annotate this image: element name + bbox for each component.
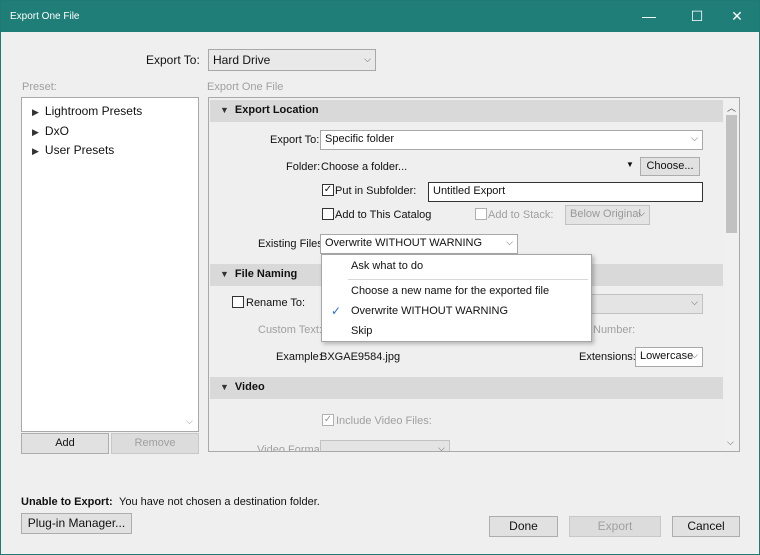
cancel-button[interactable]: Cancel bbox=[672, 516, 740, 537]
add-to-catalog-label: Add to This Catalog bbox=[335, 209, 432, 221]
menu-item-new-name[interactable]: Choose a new name for the exported file bbox=[322, 281, 590, 301]
preset-label: Preset: bbox=[22, 81, 57, 93]
done-button[interactable]: Done bbox=[489, 516, 558, 537]
scroll-down-icon[interactable]: ⌵ bbox=[727, 437, 734, 448]
existing-files-select[interactable]: Overwrite WITHOUT WARNING ⌵ bbox=[320, 234, 518, 254]
subfolder-input[interactable]: Untitled Export bbox=[428, 182, 703, 202]
scroll-up-icon[interactable]: ︿ bbox=[727, 101, 736, 114]
rename-label: Rename To: bbox=[246, 297, 306, 309]
expand-triangle-icon: ▶ bbox=[32, 146, 39, 156]
menu-item-skip[interactable]: Skip bbox=[322, 321, 590, 341]
add-to-stack-checkbox[interactable] bbox=[475, 208, 487, 220]
chevron-down-icon: ⌵ bbox=[364, 54, 371, 64]
unable-to-export-label: Unable to Export: bbox=[21, 496, 113, 508]
chevron-down-icon: ⌵ bbox=[691, 350, 698, 360]
rename-checkbox[interactable] bbox=[232, 296, 244, 308]
unable-to-export-message: You have not chosen a destination folder… bbox=[119, 496, 320, 508]
chevron-down-icon: ⌵ bbox=[438, 443, 445, 452]
folder-value: Choose a folder... bbox=[321, 161, 408, 173]
add-to-catalog-checkbox[interactable] bbox=[322, 208, 334, 220]
plugin-manager-button[interactable]: Plug-in Manager... bbox=[21, 513, 132, 534]
folder-dropdown-icon[interactable]: ▼ bbox=[626, 160, 634, 169]
title-bar: Export One File — ☐ ✕ bbox=[1, 1, 759, 32]
stack-position-select[interactable]: Below Original ⌵ bbox=[565, 205, 650, 225]
preset-list: ▶ Lightroom Presets ▶ DxO ▶ User Presets ⌵ bbox=[21, 97, 199, 432]
collapse-triangle-icon: ▼ bbox=[220, 269, 229, 279]
include-video-label: Include Video Files: bbox=[336, 415, 432, 427]
extensions-select[interactable]: Lowercase ⌵ bbox=[635, 347, 703, 367]
chevron-down-icon: ⌵ bbox=[638, 208, 645, 218]
check-icon: ✓ bbox=[331, 304, 342, 318]
menu-separator bbox=[348, 279, 588, 280]
menu-item-ask[interactable]: Ask what to do bbox=[322, 256, 590, 276]
maximize-button[interactable]: ☐ bbox=[677, 1, 717, 32]
extensions-label: Extensions: bbox=[579, 351, 636, 363]
custom-text-label: Custom Text: bbox=[258, 324, 322, 336]
close-button[interactable]: ✕ bbox=[717, 1, 757, 32]
section-export-location[interactable]: ▼ Export Location bbox=[210, 100, 723, 122]
menu-item-overwrite[interactable]: ✓ Overwrite WITHOUT WARNING bbox=[322, 301, 590, 321]
example-value: BXGAE9584.jpg bbox=[320, 351, 401, 363]
export-dialog: Export One File — ☐ ✕ Export To: Hard Dr… bbox=[0, 0, 760, 555]
section-video[interactable]: ▼ Video bbox=[210, 377, 723, 399]
settings-scrollbar[interactable]: ︿ ⌵ bbox=[724, 99, 739, 451]
export-button[interactable]: Export bbox=[569, 516, 661, 537]
start-number-label: Number: bbox=[593, 324, 636, 336]
export-to-select[interactable]: Hard Drive ⌵ bbox=[208, 49, 376, 71]
subfolder-checkbox[interactable]: ✓ bbox=[322, 184, 334, 196]
scroll-down-icon[interactable]: ⌵ bbox=[186, 416, 193, 427]
location-export-to-label: Export To: bbox=[270, 134, 320, 146]
minimize-button[interactable]: — bbox=[629, 1, 669, 32]
export-to-value: Hard Drive bbox=[213, 53, 271, 67]
video-format-select[interactable]: ⌵ bbox=[320, 440, 450, 452]
scrollbar-thumb[interactable] bbox=[726, 115, 737, 233]
add-preset-button[interactable]: Add bbox=[21, 433, 109, 454]
rename-template-select[interactable]: ⌵ bbox=[589, 294, 703, 314]
example-label: Example: bbox=[276, 351, 322, 363]
export-to-label: Export To: bbox=[146, 53, 200, 67]
expand-triangle-icon: ▶ bbox=[32, 107, 39, 117]
folder-label: Folder: bbox=[286, 161, 321, 173]
collapse-triangle-icon: ▼ bbox=[220, 382, 229, 392]
chevron-down-icon: ⌵ bbox=[691, 297, 698, 307]
main-area-label: Export One File bbox=[207, 81, 284, 93]
chevron-down-icon: ⌵ bbox=[506, 237, 513, 247]
subfolder-label: Put in Subfolder: bbox=[335, 185, 417, 197]
existing-files-menu: Ask what to do Choose a new name for the… bbox=[321, 254, 592, 342]
expand-triangle-icon: ▶ bbox=[32, 127, 39, 137]
preset-item-lightroom[interactable]: ▶ Lightroom Presets bbox=[32, 104, 142, 118]
preset-item-user[interactable]: ▶ User Presets bbox=[32, 143, 114, 157]
remove-preset-button[interactable]: Remove bbox=[111, 433, 199, 454]
collapse-triangle-icon: ▼ bbox=[220, 105, 229, 115]
choose-folder-button[interactable]: Choose... bbox=[640, 157, 700, 176]
include-video-checkbox[interactable]: ✓ bbox=[322, 414, 334, 426]
existing-files-label: Existing Files: bbox=[258, 238, 326, 250]
location-export-to-select[interactable]: Specific folder ⌵ bbox=[320, 130, 703, 150]
preset-item-dxo[interactable]: ▶ DxO bbox=[32, 124, 69, 138]
chevron-down-icon: ⌵ bbox=[691, 133, 698, 143]
video-format-label: Video Format: bbox=[257, 444, 326, 452]
add-to-stack-label: Add to Stack: bbox=[488, 209, 554, 221]
window-title: Export One File bbox=[10, 11, 80, 22]
